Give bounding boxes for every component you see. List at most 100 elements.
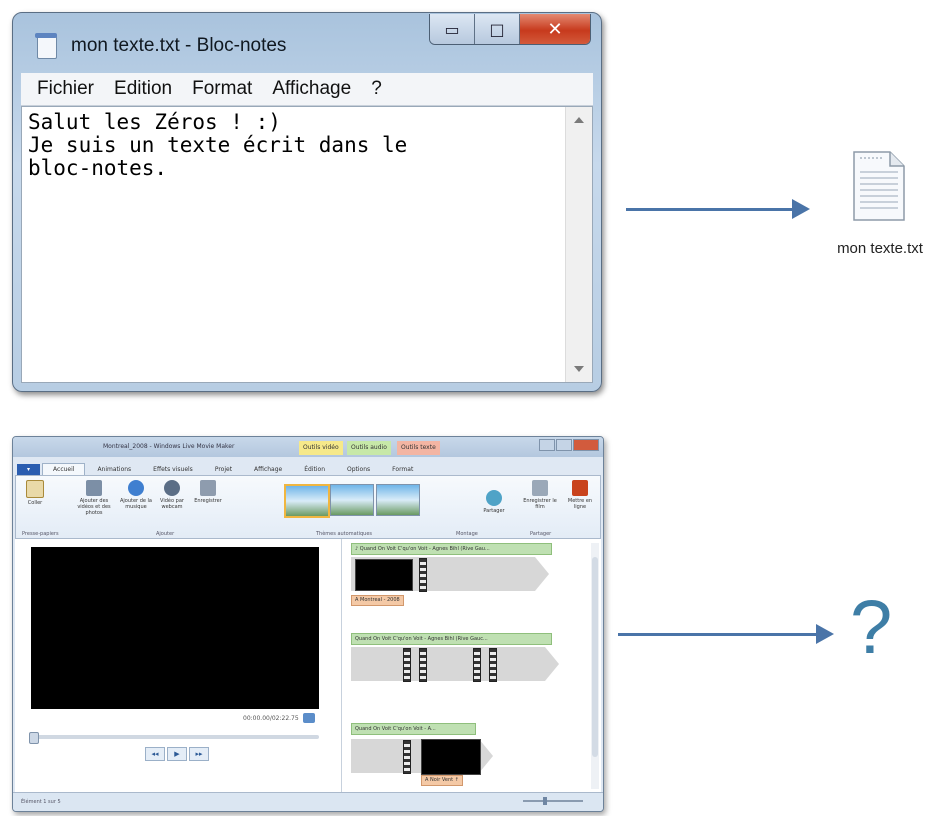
audio-caption-1[interactable]: ♪ Quand On Voit C'qu'on Voit - Agnes Bih… xyxy=(351,543,552,555)
pane-divider[interactable] xyxy=(341,539,342,793)
group-label-themes: Thèmes automatiques xyxy=(316,531,373,537)
context-tab-video[interactable]: Outils vidéo xyxy=(299,441,343,455)
share-button[interactable]: Partager xyxy=(478,490,510,514)
storyboard-panel: ♪ Quand On Voit C'qu'on Voit - Agnes Bih… xyxy=(345,539,601,793)
paste-icon xyxy=(26,480,44,498)
context-tab-audio[interactable]: Outils audio xyxy=(347,441,391,455)
publish-label: Mettre en ligne xyxy=(567,498,593,510)
film-strip-icon xyxy=(419,648,427,682)
notepad-text-area[interactable]: Salut les Zéros ! :) Je suis un texte éc… xyxy=(21,106,593,383)
status-bar: Élément 1 sur 5 xyxy=(13,792,603,811)
play-button[interactable]: ▶ xyxy=(167,747,187,761)
clip-strip-2[interactable] xyxy=(351,647,559,681)
ribbon-tabs: ▾ Accueil Animations Effets visuels Proj… xyxy=(13,459,603,475)
moviemaker-window-controls xyxy=(538,439,599,451)
theme-thumbnail-3[interactable] xyxy=(376,484,420,516)
theme-thumbnail-1[interactable] xyxy=(284,484,330,518)
film-strip-icon xyxy=(419,558,427,592)
clip-thumbnail-2[interactable] xyxy=(421,739,481,775)
notepad-text-content: Salut les Zéros ! :) Je suis un texte éc… xyxy=(28,110,408,180)
close-button[interactable]: ✕ xyxy=(520,14,590,44)
film-strip-icon xyxy=(403,648,411,682)
window-controls: ▭ □ ✕ xyxy=(429,14,591,45)
group-label-editing: Montage xyxy=(456,531,478,537)
menu-edition[interactable]: Edition xyxy=(114,78,172,100)
seek-slider[interactable] xyxy=(29,732,319,744)
webcam-label: Vidéo par webcam xyxy=(160,498,184,510)
menu-format[interactable]: Format xyxy=(192,78,252,100)
status-text: Élément 1 sur 5 xyxy=(21,799,61,805)
music-note-icon xyxy=(128,480,144,496)
video-preview[interactable] xyxy=(31,547,319,709)
moviemaker-workspace: 00:00.00/02:22.75 ◂◂ ▶ ▸▸ ♪ Quand On Voi… xyxy=(15,539,601,793)
scroll-up-icon[interactable] xyxy=(574,117,584,123)
moviemaker-titlebar[interactable]: Montreal_2008 - Windows Live Movie Maker… xyxy=(13,437,603,457)
group-label-share: Partager xyxy=(530,531,552,537)
mm-minimize-button[interactable] xyxy=(539,439,555,451)
fullscreen-icon[interactable] xyxy=(303,713,315,723)
minimize-button[interactable]: ▭ xyxy=(430,14,475,44)
narration-button[interactable]: Enregistrer xyxy=(192,480,224,504)
maximize-button[interactable]: □ xyxy=(475,14,520,44)
file-menu-button[interactable]: ▾ xyxy=(17,464,41,475)
question-mark-icon: ? xyxy=(850,585,893,670)
group-label-add: Ajouter xyxy=(156,531,175,537)
save-movie-label: Enregistrer le film xyxy=(523,498,557,510)
save-movie-button[interactable]: Enregistrer le film xyxy=(522,480,558,510)
tab-options[interactable]: Options xyxy=(337,464,380,475)
clip-label-2[interactable]: A Noir Vent ↑ xyxy=(421,775,463,786)
tab-animations[interactable]: Animations xyxy=(87,464,141,475)
arrow-to-file-icon xyxy=(626,199,810,219)
text-file-icon xyxy=(853,151,905,221)
file-name-label: mon texte.txt xyxy=(837,240,923,257)
audio-caption-2[interactable]: Quand On Voit C'qu'on Voit - Agnes Bihl … xyxy=(351,633,552,645)
context-tab-text[interactable]: Outils texte xyxy=(397,441,440,455)
webcam-button[interactable]: Vidéo par webcam xyxy=(156,480,188,510)
paste-button[interactable]: Coller xyxy=(22,480,48,506)
next-frame-button[interactable]: ▸▸ xyxy=(189,747,209,761)
moviemaker-title: Montreal_2008 - Windows Live Movie Maker xyxy=(103,443,235,450)
mm-close-button[interactable] xyxy=(573,439,599,451)
film-strip-icon xyxy=(403,740,411,774)
close-icon: ✕ xyxy=(547,18,563,40)
ribbon-panel: Coller Ajouter des vidéos et des photos … xyxy=(15,475,601,539)
add-music-label: Ajouter de la musique xyxy=(119,498,152,510)
zoom-slider[interactable] xyxy=(523,797,583,805)
tab-affichage[interactable]: Affichage xyxy=(244,464,292,475)
tab-edition[interactable]: Édition xyxy=(294,464,335,475)
menu-help[interactable]: ? xyxy=(371,78,382,100)
tab-accueil[interactable]: Accueil xyxy=(42,463,86,475)
add-music-button[interactable]: Ajouter de la musique xyxy=(118,480,154,510)
maximize-icon: □ xyxy=(489,19,505,39)
share-label: Partager xyxy=(483,508,505,514)
minimize-icon: ▭ xyxy=(444,19,460,39)
menu-affichage[interactable]: Affichage xyxy=(272,78,351,100)
playback-controls: ◂◂ ▶ ▸▸ xyxy=(145,747,211,761)
clip-thumbnail-1[interactable] xyxy=(355,559,413,591)
previous-frame-button[interactable]: ◂◂ xyxy=(145,747,165,761)
theme-thumbnail-2[interactable] xyxy=(330,484,374,516)
film-strip-icon xyxy=(473,648,481,682)
share-icon xyxy=(486,490,502,506)
paste-label: Coller xyxy=(27,500,43,506)
webcam-icon xyxy=(164,480,180,496)
audio-caption-3[interactable]: Quand On Voit C'qu'on Voit - A... xyxy=(351,723,476,735)
notepad-window: mon texte.txt - Bloc-notes ▭ □ ✕ Fichier… xyxy=(12,12,602,392)
scroll-down-icon[interactable] xyxy=(574,366,584,372)
menu-fichier[interactable]: Fichier xyxy=(37,78,94,100)
save-movie-icon xyxy=(532,480,548,496)
mm-maximize-button[interactable] xyxy=(556,439,572,451)
clip-label-1[interactable]: A Montreal - 2008 xyxy=(351,595,404,606)
tab-projet[interactable]: Projet xyxy=(205,464,242,475)
vertical-scrollbar[interactable] xyxy=(565,107,592,382)
add-videos-button[interactable]: Ajouter des vidéos et des photos xyxy=(74,480,114,516)
time-readout: 00:00.00/02:22.75 xyxy=(243,715,299,722)
moviemaker-window: Montreal_2008 - Windows Live Movie Maker… xyxy=(12,436,604,812)
publish-button[interactable]: Mettre en ligne xyxy=(564,480,596,510)
tab-format[interactable]: Format xyxy=(382,464,423,475)
notepad-app-icon xyxy=(35,33,57,59)
film-strip-icon xyxy=(489,648,497,682)
notepad-menubar: Fichier Edition Format Affichage ? xyxy=(21,73,593,106)
storyboard-scrollbar[interactable] xyxy=(591,543,599,789)
tab-effets[interactable]: Effets visuels xyxy=(143,464,203,475)
